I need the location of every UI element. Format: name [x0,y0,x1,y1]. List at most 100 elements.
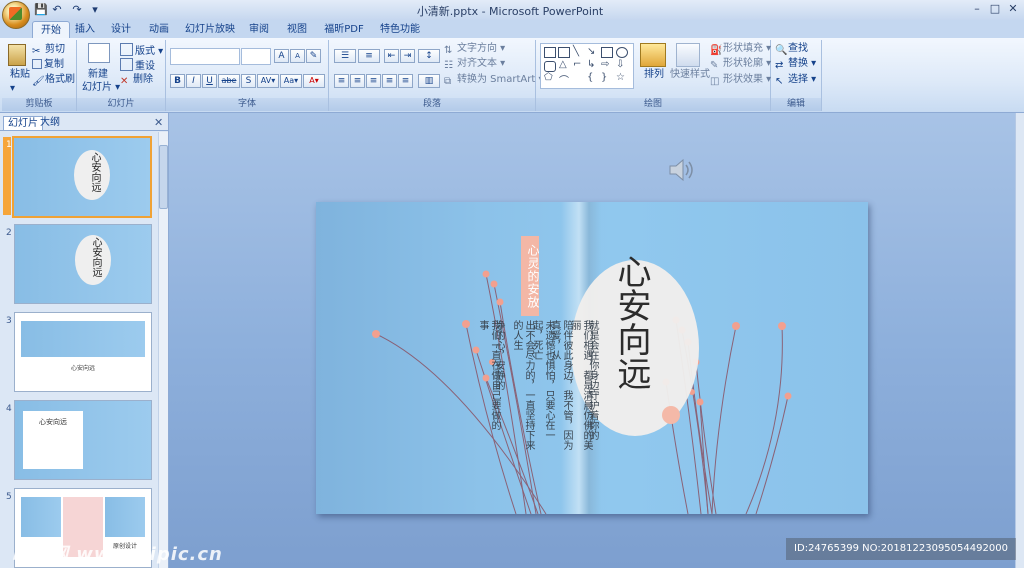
font-name-combo[interactable] [170,48,240,65]
slide-thumbnail-1[interactable]: 心安向远 [12,136,152,218]
body-text-column[interactable]: 我们一直在做自己要做的事 [476,320,500,430]
tab-slide-show[interactable]: 幻灯片放映 [184,21,236,38]
speaker-icon[interactable] [667,156,695,184]
triangle-shape-icon[interactable]: △ [559,59,567,70]
slide-thumbnail-4[interactable]: 心安向远 [14,400,152,480]
font-color-button[interactable]: A▾ [303,74,325,88]
find-button[interactable]: 🔍查找 [775,42,808,56]
tab-view[interactable]: 视图 [284,21,310,38]
cut-button[interactable]: ✂ 剪切 [32,43,65,57]
underline-button[interactable]: U [202,74,217,88]
character-spacing-button[interactable]: AV▾ [257,74,279,88]
rectangle-shape-icon[interactable] [601,47,613,58]
arrange-button[interactable]: 排列 [644,68,664,81]
delete-slide-button[interactable]: ✕ 删除 [120,73,153,87]
shadow-button[interactable]: S [241,74,256,88]
thumbnail-title: 心安向远 [90,237,101,277]
increase-indent-button[interactable]: ⇥ [400,49,415,63]
tab-special-features[interactable]: 特色功能 [378,21,422,38]
line-spacing-button[interactable]: ↕ [418,49,440,63]
layout-button[interactable]: 版式 ▾ [120,43,163,58]
distribute-button[interactable]: ≡ [398,74,413,88]
arrow-shape-icon[interactable]: ↘ [587,46,595,57]
star-shape-icon[interactable]: ☆ [616,72,625,83]
new-slide-button[interactable]: 新建 [88,68,108,81]
current-slide[interactable]: 心灵的安放 心安向远 净的心，安静的 出不会尽力的，一直坚持下来的人生 未遗憾也… [316,202,868,514]
numbering-button[interactable]: ≡ [358,49,380,63]
shapes-gallery[interactable]: ╲ ↘ △ ⌐ ↳ ⇨ ⇩ ⬠ ⌒ { } ☆ [540,43,634,89]
slide-thumbnail-3[interactable]: 心安向远 [14,312,152,392]
tab-insert[interactable]: 插入 [72,21,98,38]
arrange-icon[interactable] [640,43,666,67]
close-panel-icon[interactable]: ✕ [154,116,163,129]
tab-home[interactable]: 开始 [32,21,70,39]
grow-font-button[interactable]: A [274,49,289,63]
undo-icon[interactable]: ↶ [50,3,64,17]
shape-outline-button[interactable]: ✎ 形状轮廓 ▾ [710,57,771,71]
vertical-textbox-shape-icon[interactable] [558,47,570,58]
maximize-button[interactable]: □ [986,2,1004,16]
line-shape-icon[interactable]: ╲ [573,46,579,57]
bullets-button[interactable]: ☰ [334,49,356,63]
textbox-shape-icon[interactable] [544,47,556,58]
thumbnail-title: 心安向远 [70,365,95,372]
align-center-button[interactable]: ≡ [350,74,365,88]
tab-review[interactable]: 审阅 [246,21,272,38]
minimize-button[interactable]: – [968,2,986,16]
body-text-column[interactable]: 就是会在你身边守护着你的 [586,320,598,450]
reset-button[interactable]: 重设 [120,58,155,73]
decrease-indent-button[interactable]: ⇤ [384,49,399,63]
paste-button[interactable]: 粘贴 [10,68,30,81]
convert-smartart-button[interactable]: ⧉ 转换为 SmartArt ▾ [444,73,544,87]
text-direction-button[interactable]: ⇅ 文字方向 ▾ [444,42,505,56]
redo-icon[interactable]: ↷ [70,3,84,17]
align-text-button[interactable]: ☷ 对齐文本 ▾ [444,57,505,71]
tab-foxit-pdf[interactable]: 福昕PDF [322,21,366,38]
new-slide-dropdown[interactable]: 幻灯片 ▾ [82,81,120,94]
columns-button[interactable]: ▥ [418,74,440,88]
clear-format-button[interactable]: ✎ [306,49,321,63]
block-arrow-right-icon[interactable]: ⇨ [601,59,609,70]
brace-left-icon[interactable]: { [587,72,593,83]
tab-animations[interactable]: 动画 [146,21,172,38]
slide-thumbnail-2[interactable]: 心安向远 [14,224,152,304]
customize-quick-access-icon[interactable]: ▾ [88,3,102,17]
bold-button[interactable]: B [170,74,185,88]
select-button[interactable]: ↖ 选择 ▾ [775,73,816,87]
elbow-connector-icon[interactable]: ⌐ [573,59,581,70]
panel-scrollbar-thumb[interactable] [159,145,168,209]
save-icon[interactable]: 💾 [34,3,48,17]
change-case-button[interactable]: Aa▾ [280,74,302,88]
italic-button[interactable]: I [186,74,201,88]
tab-outline-panel[interactable]: 大纲 [36,116,64,130]
oval-shape-icon[interactable] [616,47,628,58]
subtitle-label[interactable]: 心灵的安放 [521,236,540,316]
slide-title[interactable]: 心安向远 [608,254,652,390]
pentagon-shape-icon[interactable]: ⬠ [544,72,553,83]
copy-button[interactable]: 复制 [32,58,64,71]
tab-design[interactable]: 设计 [108,21,134,38]
block-arrow-down-icon[interactable]: ⇩ [616,59,624,70]
shrink-font-button[interactable]: A [290,49,305,63]
quick-styles-icon[interactable] [676,43,700,67]
curve-shape-icon[interactable]: ⌒ [559,72,569,87]
font-size-combo[interactable] [241,48,271,65]
format-painter-button[interactable]: 🖌格式刷 [32,73,75,87]
shape-effects-button[interactable]: ◫ 形状效果 ▾ [710,73,771,87]
align-right-button[interactable]: ≡ [366,74,381,88]
elbow-arrow-icon[interactable]: ↳ [587,59,595,70]
rounded-rect-shape-icon[interactable] [544,61,556,72]
align-left-button[interactable]: ≡ [334,74,349,88]
close-button[interactable]: ✕ [1004,2,1022,16]
brace-right-icon[interactable]: } [601,72,607,83]
replace-button[interactable]: ⇄ 替换 ▾ [775,57,816,71]
strikethrough-button[interactable]: abe [218,74,240,88]
new-slide-icon[interactable] [88,43,110,63]
workspace-scrollbar[interactable] [1015,113,1024,568]
office-button[interactable] [2,1,30,29]
paste-icon[interactable] [8,44,26,66]
quick-styles-button[interactable]: 快速样式 [670,68,710,81]
shape-fill-button[interactable]: ⛽形状填充 ▾ [710,42,771,56]
justify-button[interactable]: ≡ [382,74,397,88]
paste-dropdown-icon[interactable]: ▾ [10,82,15,95]
